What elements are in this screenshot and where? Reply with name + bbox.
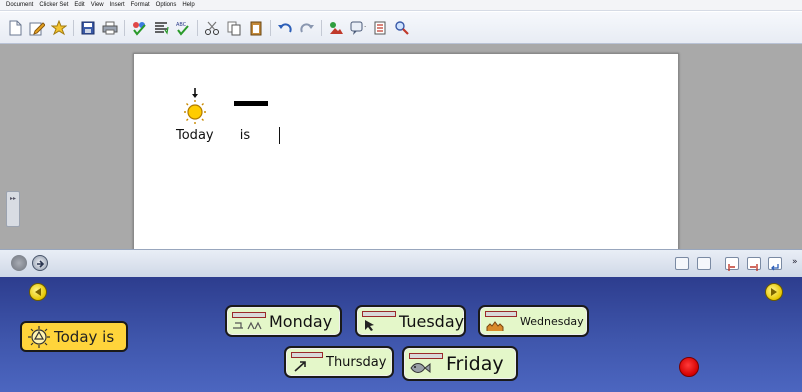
- grid-cell-tuesday[interactable]: Tuesday: [355, 305, 466, 337]
- calendar-strip: [232, 312, 266, 318]
- menu-help[interactable]: Help: [182, 2, 194, 8]
- grid-cell-thursday[interactable]: Thursday: [284, 346, 394, 378]
- arrow-up-right-icon: [294, 361, 306, 372]
- thursday-symbol-icon: [291, 352, 323, 372]
- camel-icon: [486, 320, 504, 331]
- print-icon[interactable]: [101, 19, 119, 37]
- back-icon[interactable]: [11, 255, 27, 271]
- svg-text:ABC: ABC: [176, 22, 187, 28]
- menu-view[interactable]: View: [91, 2, 104, 8]
- pointer-arrow-icon: [365, 320, 374, 331]
- cell-label: Friday: [446, 352, 504, 375]
- calendar-strip: [362, 311, 396, 317]
- toolbar: ABC ·: [0, 12, 802, 44]
- cell-label: Monday: [269, 311, 333, 331]
- text-caret: [279, 127, 280, 144]
- cell-label: Wednesday: [520, 314, 584, 328]
- tuesday-symbol-icon: [362, 311, 396, 331]
- toolbar-separator: [73, 19, 74, 36]
- picture-icon[interactable]: [327, 19, 345, 37]
- menu-format[interactable]: Format: [131, 2, 150, 8]
- grid-option-icon[interactable]: [675, 257, 689, 270]
- monday-symbol-icon: [232, 312, 266, 330]
- clicker-grid: Today is Monday Tuesday Wednesday Thursd…: [0, 277, 802, 392]
- save-icon[interactable]: [79, 19, 97, 37]
- new-document-icon[interactable]: [6, 19, 24, 37]
- toolbar-separator: [321, 19, 322, 36]
- sun-triangle-icon: [28, 325, 50, 348]
- list-icon[interactable]: [371, 19, 389, 37]
- cell-label: Tuesday: [399, 311, 465, 331]
- grid-cell-monday[interactable]: Monday: [225, 305, 342, 337]
- document-word: Today: [176, 88, 214, 143]
- menu-bar: Document Clicker Set Edit View Insert Fo…: [0, 0, 802, 11]
- indent-icon[interactable]: [747, 257, 761, 271]
- document-page[interactable]: Today is: [133, 53, 679, 250]
- copy-icon[interactable]: [225, 19, 243, 37]
- svg-text:·: ·: [364, 23, 366, 31]
- calendar-strip: [485, 310, 517, 317]
- menu-clicker-set[interactable]: Clicker Set: [39, 2, 68, 8]
- dash-icon: [234, 101, 268, 106]
- star-icon[interactable]: [50, 19, 68, 37]
- abc-check-icon[interactable]: ABC: [174, 19, 192, 37]
- grid-toolbar: »: [0, 249, 802, 277]
- friday-symbol-icon: [409, 352, 443, 375]
- step-icon[interactable]: [725, 257, 739, 271]
- menu-document[interactable]: Document: [6, 2, 33, 8]
- grid-cell-wednesday[interactable]: Wednesday: [478, 305, 589, 337]
- today-is-cell[interactable]: Today is: [20, 321, 128, 352]
- calendar-strip: [291, 352, 323, 358]
- panel-expand-handle[interactable]: ▸▸: [6, 191, 20, 227]
- toolbar-separator: [270, 19, 271, 36]
- calendar-strip: [409, 352, 443, 359]
- document-workspace: ▸▸ Today is: [0, 44, 802, 250]
- overflow-icon[interactable]: »: [792, 257, 798, 267]
- red-circle-button[interactable]: [679, 357, 699, 377]
- edit-icon[interactable]: [28, 19, 46, 37]
- work-tools-icon: [233, 321, 262, 330]
- word-text: is: [239, 128, 251, 143]
- previous-grid-button[interactable]: [29, 283, 47, 301]
- cut-icon[interactable]: [203, 19, 221, 37]
- forward-icon[interactable]: [32, 255, 48, 271]
- next-grid-button[interactable]: [765, 283, 783, 301]
- spellcheck-icon[interactable]: [130, 19, 148, 37]
- sun-icon: [183, 88, 206, 124]
- menu-options[interactable]: Options: [156, 2, 177, 8]
- search-icon[interactable]: [393, 19, 411, 37]
- today-is-label: Today is: [54, 327, 115, 346]
- speech-icon[interactable]: ·: [349, 19, 367, 37]
- word-text: Today: [176, 128, 214, 143]
- grid-cell-friday[interactable]: Friday: [402, 346, 518, 381]
- toolbar-separator: [197, 19, 198, 36]
- paste-icon[interactable]: [247, 19, 265, 37]
- menu-edit[interactable]: Edit: [74, 2, 84, 8]
- wednesday-symbol-icon: [485, 310, 517, 332]
- undo-icon[interactable]: [276, 19, 294, 37]
- keyboard-icon[interactable]: [697, 257, 711, 270]
- return-icon[interactable]: [768, 257, 782, 271]
- expand-arrows-icon: ▸▸: [9, 195, 17, 202]
- fish-icon: [410, 362, 431, 373]
- menu-insert[interactable]: Insert: [110, 2, 125, 8]
- cell-label: Thursday: [326, 354, 387, 370]
- document-word: is: [234, 88, 268, 143]
- redo-icon[interactable]: [298, 19, 316, 37]
- align-icon[interactable]: [152, 19, 170, 37]
- toolbar-separator: [124, 19, 125, 36]
